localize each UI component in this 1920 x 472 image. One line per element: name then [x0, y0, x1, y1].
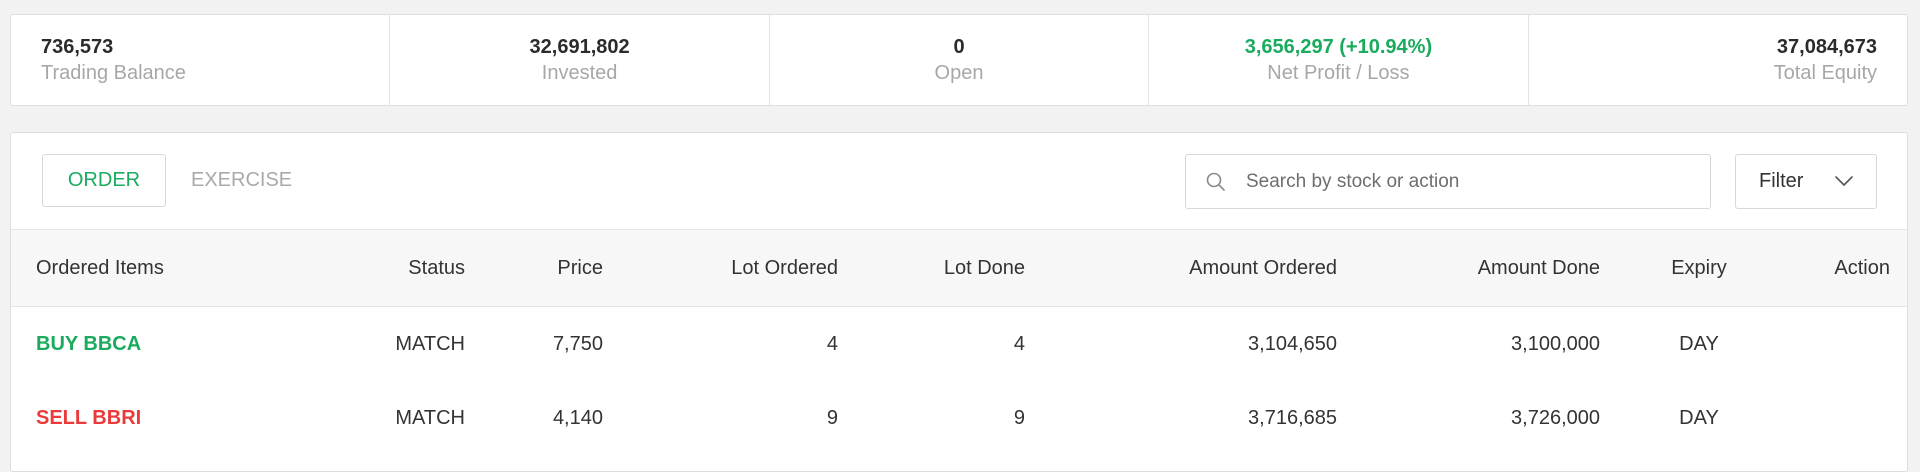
total-equity-value: 37,084,673 — [1776, 36, 1878, 58]
tab-exercise[interactable]: EXERCISE — [191, 154, 292, 207]
open-value: 0 — [953, 36, 965, 58]
invested-stat: 32,691,802 Invested — [390, 15, 770, 105]
filter-label: Filter — [1759, 170, 1804, 192]
lot-ordered-cell: 9 — [826, 406, 838, 429]
price-cell: 7,750 — [552, 332, 603, 355]
header-price[interactable]: Price — [491, 230, 603, 306]
price-cell: 4,140 — [552, 406, 603, 429]
ordered-item[interactable]: BUY BBCA — [36, 307, 296, 381]
expiry-cell: DAY — [1679, 406, 1719, 429]
orders-panel: ORDER EXERCISE Filter Ordered Items Stat… — [10, 132, 1908, 472]
expiry-cell: DAY — [1679, 332, 1719, 355]
action-cell[interactable] — [1771, 381, 1890, 455]
amount-ordered-cell: 3,104,650 — [1248, 332, 1337, 355]
trading-balance-stat: 736,573 Trading Balance — [11, 15, 391, 105]
search-input[interactable] — [1246, 170, 1686, 193]
trading-balance-label: Trading Balance — [41, 62, 186, 84]
header-amount-ordered[interactable]: Amount Ordered — [1051, 230, 1337, 306]
filter-dropdown[interactable]: Filter — [1735, 154, 1877, 209]
header-status[interactable]: Status — [311, 230, 465, 306]
header-expiry[interactable]: Expiry — [1641, 230, 1757, 306]
total-equity-label: Total Equity — [1773, 62, 1878, 84]
orders-toolbar: ORDER EXERCISE Filter — [11, 133, 1907, 229]
invested-value: 32,691,802 — [529, 36, 630, 58]
header-action: Action — [1834, 256, 1890, 279]
lot-ordered-cell: 4 — [826, 332, 838, 355]
status-cell: MATCH — [395, 332, 465, 355]
lot-done-cell: 4 — [1013, 332, 1025, 355]
net-profit-loss-value: 3,656,297 (+10.94%) — [1244, 36, 1433, 58]
search-box[interactable] — [1185, 154, 1711, 209]
portfolio-summary: 736,573 Trading Balance 32,691,802 Inves… — [10, 14, 1908, 106]
trading-balance-value: 736,573 — [41, 36, 114, 58]
header-lot-ordered[interactable]: Lot Ordered — [631, 230, 838, 306]
status-cell: MATCH — [395, 406, 465, 429]
header-amount-done[interactable]: Amount Done — [1361, 230, 1600, 306]
amount-done-cell: 3,100,000 — [1511, 332, 1600, 355]
header-lot-done[interactable]: Lot Done — [871, 230, 1025, 306]
total-equity-stat: 37,084,673 Total Equity — [1529, 15, 1907, 105]
open-label: Open — [934, 62, 984, 84]
ordered-item[interactable]: SELL BBRI — [36, 381, 296, 455]
chevron-down-icon — [1834, 170, 1854, 193]
search-icon — [1186, 171, 1246, 193]
table-row[interactable]: SELL BBRI MATCH 4,140 9 9 3,716,685 3,72… — [11, 381, 1907, 455]
invested-label: Invested — [541, 62, 618, 84]
amount-done-cell: 3,726,000 — [1511, 406, 1600, 429]
action-cell[interactable] — [1771, 307, 1890, 381]
table-row[interactable]: BUY BBCA MATCH 7,750 4 4 3,104,650 3,100… — [11, 307, 1907, 381]
tab-order[interactable]: ORDER — [42, 154, 166, 207]
header-ordered-items[interactable]: Ordered Items — [36, 230, 296, 306]
net-profit-loss-label: Net Profit / Loss — [1267, 62, 1410, 84]
table-header: Ordered Items Status Price Lot Ordered L… — [11, 229, 1907, 307]
lot-done-cell: 9 — [1013, 406, 1025, 429]
net-profit-loss-stat: 3,656,297 (+10.94%) Net Profit / Loss — [1149, 15, 1529, 105]
amount-ordered-cell: 3,716,685 — [1248, 406, 1337, 429]
open-stat: 0 Open — [770, 15, 1150, 105]
